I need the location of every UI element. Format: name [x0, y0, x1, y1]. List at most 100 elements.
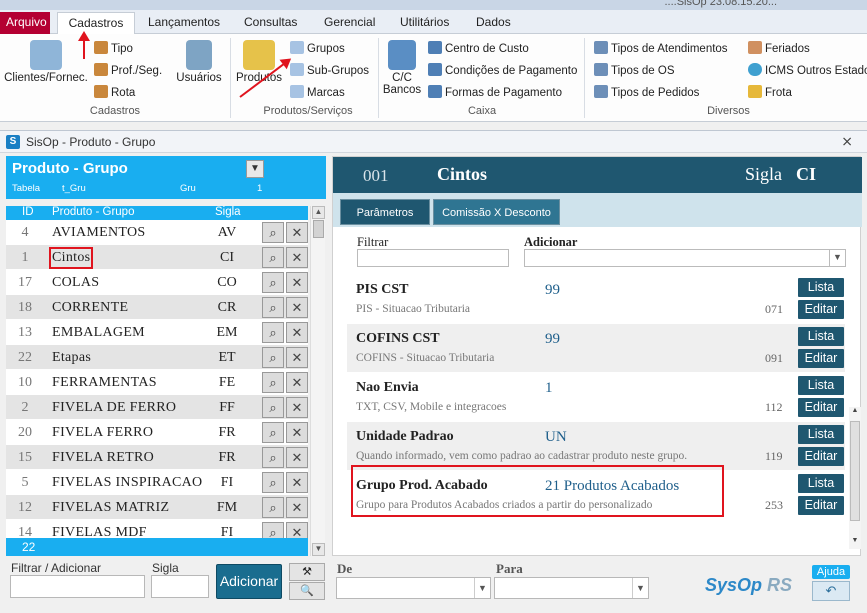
scroll-down-icon[interactable]: ▼	[312, 543, 325, 556]
tab-consultas[interactable]: Consultas	[238, 12, 303, 34]
tools-icon[interactable]: ⚒	[289, 563, 325, 581]
close-icon[interactable]: ✕	[286, 347, 308, 368]
chevron-down-icon[interactable]: ▼	[829, 250, 845, 266]
close-icon[interactable]: ✕	[286, 322, 308, 343]
tab-arquivo[interactable]: Arquivo	[0, 12, 50, 34]
close-icon[interactable]: ✕	[286, 497, 308, 518]
sigla-input[interactable]	[151, 575, 209, 598]
close-icon[interactable]: ✕	[286, 247, 308, 268]
list-item[interactable]: 22 Etapas ET ⌕ ✕	[6, 345, 308, 370]
sub-grupos-button[interactable]: Sub-Grupos	[290, 63, 369, 77]
chevron-down-icon[interactable]: ▼	[474, 578, 490, 598]
search-icon[interactable]: ⌕	[262, 297, 284, 318]
editar-button[interactable]: Editar	[798, 496, 844, 515]
search-icon[interactable]: ⌕	[262, 372, 284, 393]
search-icon[interactable]: ⌕	[262, 247, 284, 268]
marcas-button[interactable]: Marcas	[290, 85, 345, 99]
condicoes-pagamento-button[interactable]: Condições de Pagamento	[428, 63, 577, 77]
list-item[interactable]: 14 FIVELAS MDF FI ⌕ ✕	[6, 520, 308, 538]
add-button[interactable]: Adicionar	[216, 564, 282, 599]
list-item[interactable]: 10 FERRAMENTAS FE ⌕ ✕	[6, 370, 308, 395]
lista-button[interactable]: Lista	[798, 425, 844, 444]
icms-outros-estados-button[interactable]: ICMS Outros Estados	[748, 63, 867, 77]
filter-input[interactable]	[357, 249, 509, 267]
editar-button[interactable]: Editar	[798, 398, 844, 417]
search-icon[interactable]: ⌕	[262, 522, 284, 538]
close-icon[interactable]: ✕	[286, 222, 308, 243]
rota-button[interactable]: Rota	[94, 85, 135, 99]
tab-utilitarios[interactable]: Utilitários	[394, 12, 455, 34]
lista-button[interactable]: Lista	[798, 474, 844, 493]
list-item[interactable]: 13 EMBALAGEM EM ⌕ ✕	[6, 320, 308, 345]
usuarios-button[interactable]: Usuários	[172, 40, 226, 84]
centro-custo-button[interactable]: Centro de Custo	[428, 41, 529, 55]
prof-seg-button[interactable]: Prof./Seg.	[94, 63, 162, 77]
tab-parametros[interactable]: Parâmetros	[340, 199, 430, 225]
feriados-button[interactable]: Feriados	[748, 41, 810, 55]
list-item[interactable]: 12 FIVELAS MATRIZ FM ⌕ ✕	[6, 495, 308, 520]
list-scrollbar[interactable]: ▲ ▼	[310, 206, 325, 556]
produtos-button[interactable]: Produtos	[234, 40, 284, 84]
scroll-up-icon[interactable]: ▲	[312, 206, 325, 219]
clientes-fornec-button[interactable]: Clientes/Fornec.	[4, 40, 88, 84]
search-icon[interactable]: ⌕	[262, 222, 284, 243]
close-icon[interactable]: ✕	[286, 447, 308, 468]
search-icon[interactable]: ⌕	[262, 347, 284, 368]
tab-lancamentos[interactable]: Lançamentos	[142, 12, 226, 34]
close-icon[interactable]: ✕	[286, 297, 308, 318]
de-select[interactable]: ▼	[336, 577, 491, 599]
scroll-up-icon[interactable]: ▲	[850, 407, 860, 419]
chevron-down-icon[interactable]: ▼	[246, 160, 264, 178]
list-item[interactable]: 20 FIVELA FERRO FR ⌕ ✕	[6, 420, 308, 445]
lista-button[interactable]: Lista	[798, 278, 844, 297]
add-select[interactable]	[524, 249, 846, 267]
params-scrollbar[interactable]: ▲ ▼	[849, 407, 861, 549]
tab-dados[interactable]: Dados	[470, 12, 517, 34]
close-icon[interactable]: ✕	[286, 272, 308, 293]
scroll-thumb[interactable]	[850, 421, 860, 521]
search-icon[interactable]: ⌕	[262, 447, 284, 468]
search-icon[interactable]: ⌕	[262, 322, 284, 343]
scroll-down-icon[interactable]: ▼	[850, 537, 860, 549]
editar-button[interactable]: Editar	[798, 349, 844, 368]
list-item[interactable]: 17 COLAS CO ⌕ ✕	[6, 270, 308, 295]
tipos-os-button[interactable]: Tipos de OS	[594, 63, 675, 77]
list-item[interactable]: 15 FIVELA RETRO FR ⌕ ✕	[6, 445, 308, 470]
chevron-down-icon[interactable]: ▼	[632, 578, 648, 598]
lista-button[interactable]: Lista	[798, 376, 844, 395]
tab-comissao-desconto[interactable]: Comissão X Desconto	[433, 199, 560, 225]
list-item[interactable]: 4 AVIAMENTOS AV ⌕ ✕	[6, 220, 308, 245]
search-icon[interactable]: ⌕	[262, 272, 284, 293]
help-button[interactable]: Ajuda	[812, 565, 850, 579]
close-icon[interactable]: ✕	[286, 372, 308, 393]
search-icon[interactable]: ⌕	[262, 397, 284, 418]
list-item[interactable]: 18 CORRENTE CR ⌕ ✕	[6, 295, 308, 320]
list-item[interactable]: 1 Cintos CI ⌕ ✕	[6, 245, 308, 270]
close-icon[interactable]: ✕	[286, 522, 308, 538]
search-icon[interactable]: 🔍	[289, 582, 325, 600]
editar-button[interactable]: Editar	[798, 447, 844, 466]
formas-pagamento-button[interactable]: Formas de Pagamento	[428, 85, 562, 99]
close-icon[interactable]: ✕	[286, 397, 308, 418]
search-icon[interactable]: ⌕	[262, 472, 284, 493]
close-icon[interactable]: ✕	[286, 472, 308, 493]
lista-button[interactable]: Lista	[798, 327, 844, 346]
frota-button[interactable]: Frota	[748, 85, 792, 99]
list-item[interactable]: 5 FIVELAS INSPIRACAO FI ⌕ ✕	[6, 470, 308, 495]
tipo-button[interactable]: Tipo	[94, 41, 133, 55]
cc-bancos-button[interactable]: C/C Bancos	[382, 40, 422, 96]
para-select[interactable]: ▼	[494, 577, 649, 599]
tipos-pedidos-button[interactable]: Tipos de Pedidos	[594, 85, 699, 99]
tab-gerencial[interactable]: Gerencial	[318, 12, 381, 34]
search-icon[interactable]: ⌕	[262, 497, 284, 518]
tipos-atendimentos-button[interactable]: Tipos de Atendimentos	[594, 41, 728, 55]
list-item[interactable]: 2 FIVELA DE FERRO FF ⌕ ✕	[6, 395, 308, 420]
scroll-thumb[interactable]	[313, 220, 324, 238]
close-icon[interactable]: ⨯	[841, 133, 853, 150]
grupos-button[interactable]: Grupos	[290, 41, 345, 55]
back-icon[interactable]: ↶	[812, 581, 850, 601]
tab-cadastros[interactable]: Cadastros	[57, 12, 135, 34]
search-icon[interactable]: ⌕	[262, 422, 284, 443]
close-icon[interactable]: ✕	[286, 422, 308, 443]
editar-button[interactable]: Editar	[798, 300, 844, 319]
